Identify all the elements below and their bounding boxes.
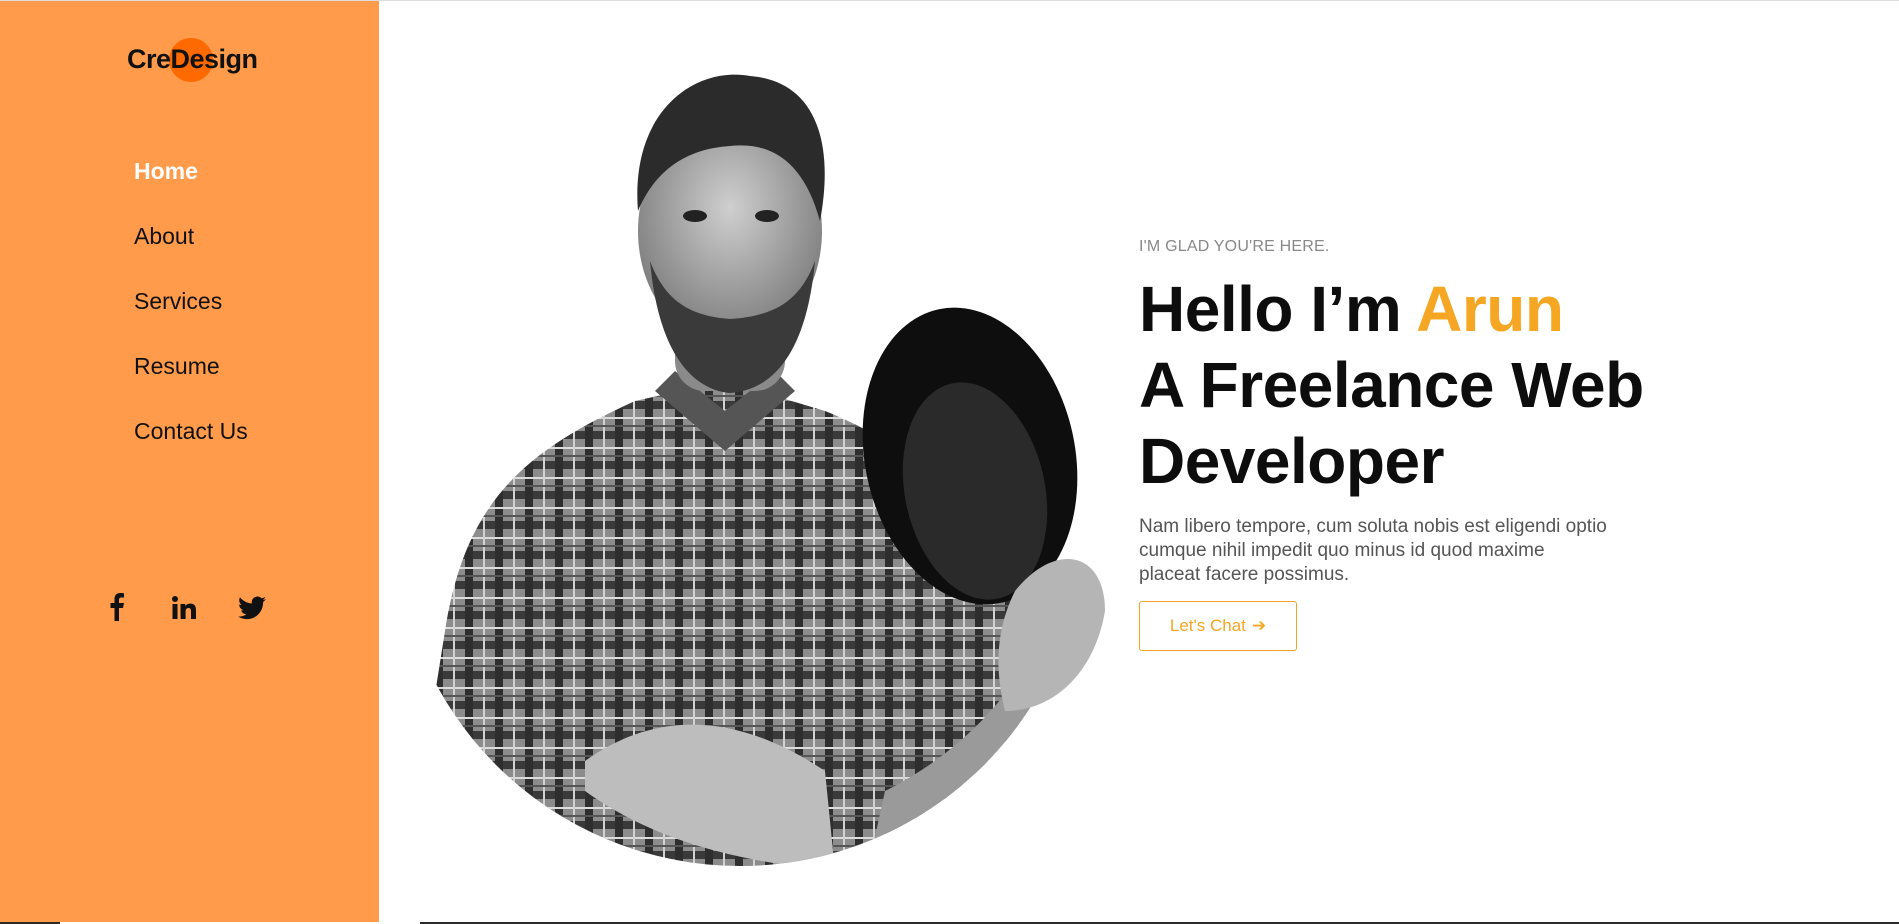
nav-item-resume[interactable]: Resume xyxy=(134,352,248,380)
logo[interactable]: CreDesign xyxy=(127,38,267,82)
hero-eyebrow: I'M GLAD YOU'RE HERE. xyxy=(1139,238,1330,255)
hero-section: I'M GLAD YOU'RE HERE. Hello I’m Arun A F… xyxy=(1139,237,1699,651)
headline-line-3: Developer xyxy=(1139,425,1444,497)
sidebar: CreDesign Home About Services Resume Con… xyxy=(0,1,379,922)
main-nav: Home About Services Resume Contact Us xyxy=(134,157,248,482)
nav-item-home[interactable]: Home xyxy=(134,157,248,185)
logo-text: CreDesign xyxy=(127,44,258,74)
page: CreDesign Home About Services Resume Con… xyxy=(0,0,1899,924)
nav-item-contact-us[interactable]: Contact Us xyxy=(134,417,248,445)
hero-headline: Hello I’m Arun A Freelance Web Developer xyxy=(1139,271,1699,499)
lets-chat-button[interactable]: Let's Chat ➔ xyxy=(1139,601,1297,651)
cta-label: Let's Chat xyxy=(1169,616,1246,635)
twitter-icon[interactable] xyxy=(238,593,266,623)
social-links xyxy=(110,593,280,623)
headline-line-2: A Freelance Web xyxy=(1139,349,1644,421)
linkedin-icon[interactable] xyxy=(172,593,196,623)
facebook-icon[interactable] xyxy=(110,593,124,623)
portrait-photo xyxy=(405,71,1115,883)
hero-description: Nam libero tempore, cum soluta nobis est… xyxy=(1139,516,1607,585)
headline-greeting: Hello I’m xyxy=(1139,273,1417,345)
arrow-right-icon: ➔ xyxy=(1251,616,1267,635)
headline-line-1: Hello I’m Arun xyxy=(1139,271,1699,347)
nav-item-about[interactable]: About xyxy=(134,222,248,250)
nav-item-services[interactable]: Services xyxy=(134,287,248,315)
headline-name: Arun xyxy=(1416,273,1564,345)
